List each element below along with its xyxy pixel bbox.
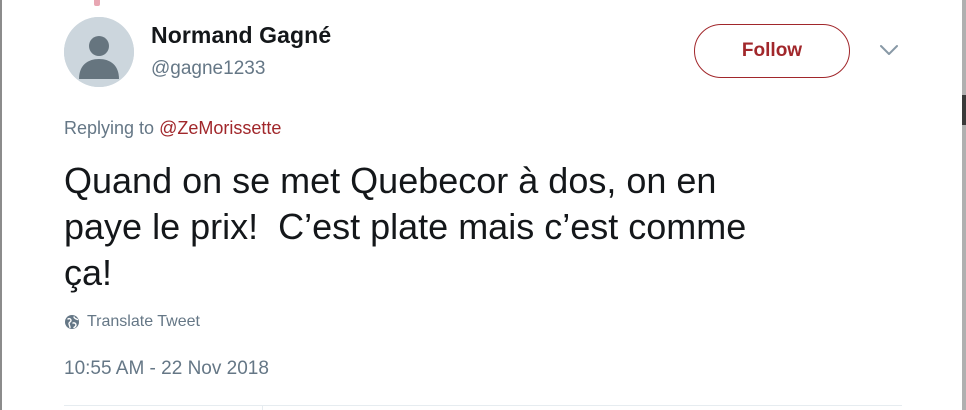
author-display-name[interactable]: Normand Gagné	[151, 22, 331, 49]
default-avatar-icon	[64, 17, 134, 87]
replying-to-label: Replying to	[64, 118, 155, 138]
window-left-edge	[0, 0, 2, 410]
replying-to-line: Replying to @ZeMorissette	[64, 118, 281, 139]
author-handle[interactable]: @gagne1233	[151, 58, 265, 80]
globe-icon	[65, 315, 79, 329]
stats-divider-tick	[262, 405, 263, 410]
window-right-edge-shadow	[962, 95, 966, 125]
tweet-text: Quand on se met Quebecor à dos, on en pa…	[64, 160, 747, 293]
window-right-edge	[962, 0, 966, 410]
translate-tweet-link[interactable]: Translate Tweet	[64, 313, 200, 331]
more-options-caret[interactable]	[877, 40, 901, 60]
top-accent-mark	[94, 0, 100, 6]
translate-tweet-label: Translate Tweet	[87, 313, 200, 330]
follow-button[interactable]: Follow	[694, 24, 850, 78]
avatar[interactable]	[64, 17, 134, 87]
reply-mention-link[interactable]: @ZeMorissette	[159, 118, 281, 138]
chevron-down-icon	[880, 45, 898, 55]
stats-divider	[64, 405, 902, 406]
tweet-timestamp[interactable]: 10:55 AM - 22 Nov 2018	[64, 358, 269, 380]
